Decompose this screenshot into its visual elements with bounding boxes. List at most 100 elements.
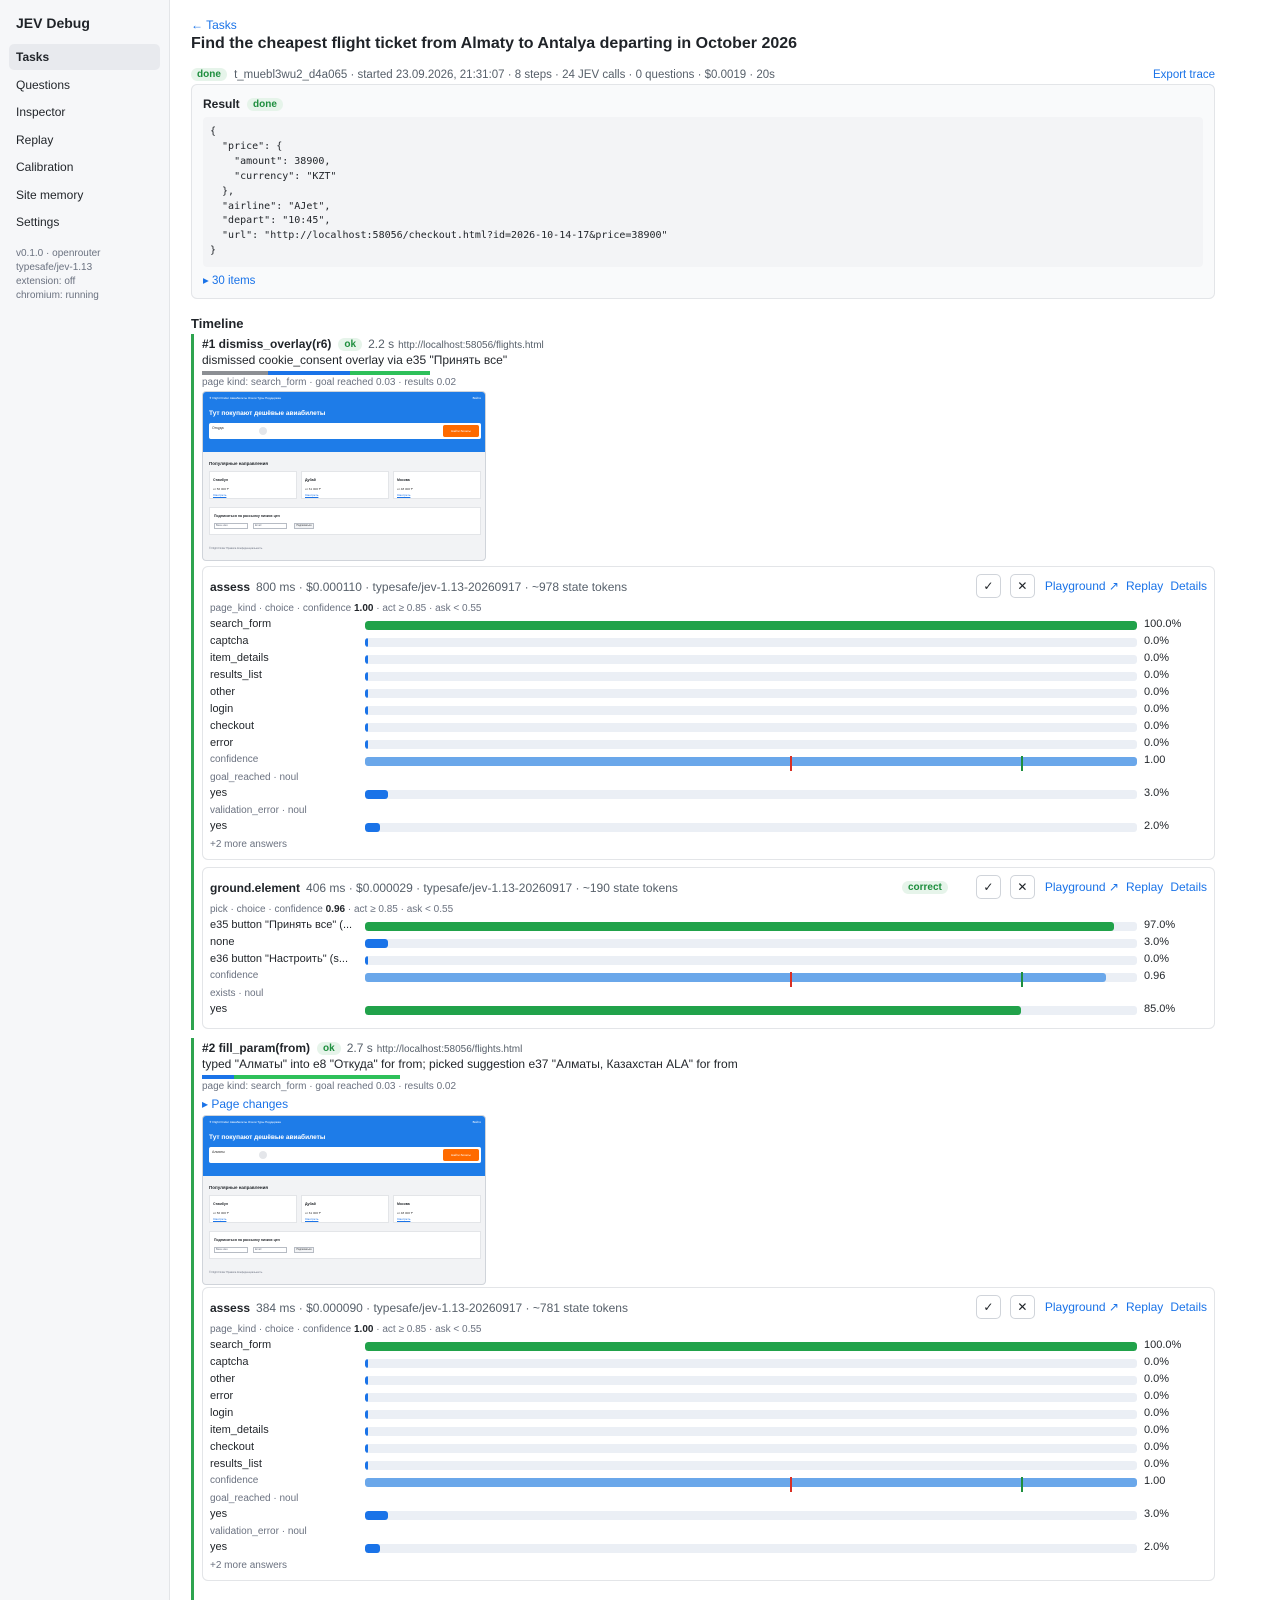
result-card: Result done { "price": { "amount": 38900… xyxy=(191,84,1215,299)
playground-link[interactable]: Playground ↗ xyxy=(1045,880,1119,894)
approve-button[interactable]: ✓ xyxy=(975,1295,1001,1319)
answer-percent: 0.0% xyxy=(1144,720,1170,732)
answer-bar-track xyxy=(365,1444,1137,1453)
answer-label: captcha xyxy=(210,1356,249,1368)
task-meta-text: t_muebl3wu2_d4a065 · started 23.09.2026,… xyxy=(234,69,775,81)
jev-call-card: assess 800 ms · $0.000110 · typesafe/jev-… xyxy=(202,566,1215,860)
sidebar-item-inspector[interactable]: Inspector xyxy=(9,99,160,125)
answer-bar-track xyxy=(365,790,1137,799)
more-answers: +2 more answers xyxy=(210,1560,287,1571)
playground-link[interactable]: Playground ↗ xyxy=(1045,1300,1119,1314)
answer-row: error 0.0% xyxy=(210,737,1210,751)
step-url: http://localhost:58056/flights.html xyxy=(376,1044,523,1055)
swap-icon xyxy=(259,427,267,435)
replay-link[interactable]: Replay xyxy=(1126,1300,1163,1314)
answer-label: error xyxy=(210,737,234,749)
page-title: Find the cheapest flight ticket from Alm… xyxy=(191,35,798,52)
answer-percent: 100.0% xyxy=(1144,1339,1182,1351)
app-brand: JEV Debug xyxy=(16,15,90,31)
sidebar-item-tasks[interactable]: Tasks xyxy=(9,44,160,70)
thumb-link: Смотреть xyxy=(305,1217,319,1221)
thumb-search-form: Алматы Найти билеты xyxy=(209,1147,481,1163)
result-header: Result done xyxy=(203,97,283,111)
question-thresholds: · act ≥ 0.85 · ask < 0.55 xyxy=(373,603,482,614)
sidebar-item-settings[interactable]: Settings xyxy=(9,209,160,235)
answer-row: e36 button "Настроить" (s... 0.0% xyxy=(210,953,1210,967)
reject-button[interactable]: ✕ xyxy=(1009,1295,1035,1319)
confidence-label: confidence xyxy=(210,1475,259,1486)
confidence-value: 1.00 xyxy=(1144,1475,1166,1487)
call-actions: ✓ ✕ Playground ↗ Replay Details xyxy=(967,574,1207,598)
question-subheader: pick · choice · confidence 0.96 · act ≥ … xyxy=(210,904,453,915)
thumb-hero: ✈ Flight Finder Авиабилеты Отели Туры По… xyxy=(203,392,485,452)
call-name: assess xyxy=(210,1301,251,1315)
details-link[interactable]: Details xyxy=(1170,1300,1207,1314)
details-link[interactable]: Details xyxy=(1170,880,1207,894)
answer-row: yes 85.0% xyxy=(210,1003,1210,1017)
playground-link[interactable]: Playground ↗ xyxy=(1045,579,1119,593)
approve-button[interactable]: ✓ xyxy=(975,574,1001,598)
reject-button[interactable]: ✕ xyxy=(1009,574,1035,598)
question-subheader: page_kind · choice · confidence 1.00 · a… xyxy=(210,1324,482,1335)
close-icon: ✕ xyxy=(1017,1300,1028,1314)
step-progress-bar xyxy=(202,371,430,375)
answer-bar-track xyxy=(365,1006,1137,1015)
answer-percent: 0.0% xyxy=(1144,686,1170,698)
question-label: exists · noul xyxy=(210,988,264,999)
call-stats: 384 ms · $0.000090 · typesafe/jev-1.13-2… xyxy=(256,1301,628,1315)
answer-row: checkout 0.0% xyxy=(210,1441,1210,1455)
act-threshold-marker xyxy=(1021,756,1024,771)
swap-icon xyxy=(259,1151,267,1159)
answer-row: yes 3.0% xyxy=(210,1508,1210,1522)
question-label: goal_reached · noul xyxy=(210,772,299,783)
step-duration: 2.7 s xyxy=(346,1041,373,1055)
sidebar-item-questions[interactable]: Questions xyxy=(9,72,160,98)
answer-bar-track xyxy=(365,1359,1137,1368)
answer-bar-fill xyxy=(365,823,381,832)
answer-bar-fill xyxy=(365,1427,368,1436)
answer-bar-fill xyxy=(365,1410,368,1419)
answer-bar-track xyxy=(365,740,1137,749)
answer-row: error 0.0% xyxy=(210,1390,1210,1404)
answer-row: captcha 0.0% xyxy=(210,1356,1210,1370)
answer-row: captcha 0.0% xyxy=(210,635,1210,649)
page-changes-toggle[interactable]: ▸ Page changes xyxy=(202,1097,288,1111)
answer-percent: 100.0% xyxy=(1144,618,1182,630)
step-progress-segment xyxy=(268,371,351,375)
answer-percent: 2.0% xyxy=(1144,820,1170,832)
answer-bar-track xyxy=(365,1342,1137,1351)
sidebar-item-replay[interactable]: Replay xyxy=(9,127,160,153)
details-link[interactable]: Details xyxy=(1170,579,1207,593)
thumb-city: Стамбул xyxy=(213,1202,228,1206)
thumb-hero: ✈ Flight Finder Авиабилеты Отели Туры По… xyxy=(203,1116,485,1176)
status-badge: done xyxy=(191,68,227,81)
answer-bar-fill xyxy=(365,1393,368,1402)
thumb-section-title: Популярные направления xyxy=(209,461,269,466)
call-actions: correct ✓ ✕ Playground ↗ Replay Details xyxy=(901,875,1207,899)
answer-label: login xyxy=(210,1407,234,1419)
step-description: dismissed cookie_consent overlay via e35… xyxy=(202,353,508,367)
question-thresholds: · act ≥ 0.85 · ask < 0.55 xyxy=(373,1324,482,1335)
thumb-subscribe-button: Подписаться xyxy=(294,1247,314,1253)
answer-bar-fill xyxy=(365,638,368,647)
replay-link[interactable]: Replay xyxy=(1126,579,1163,593)
items-toggle[interactable]: ▸ 30 items xyxy=(203,273,255,287)
confidence-row: confidence 0.96 xyxy=(210,970,1210,987)
reject-button[interactable]: ✕ xyxy=(1009,875,1035,899)
answer-bar-fill xyxy=(365,1461,368,1470)
sidebar-item-site-memory[interactable]: Site memory xyxy=(9,182,160,208)
answer-bar-fill xyxy=(365,1342,1137,1351)
answer-label: none xyxy=(210,936,235,948)
question-confidence: 1.00 xyxy=(353,603,374,614)
export-trace-link[interactable]: Export trace xyxy=(1153,69,1215,81)
confidence-bar-track xyxy=(365,972,1137,987)
replay-link[interactable]: Replay xyxy=(1126,880,1163,894)
step-duration: 2.2 s xyxy=(368,337,395,351)
thumb-search-button: Найти билеты xyxy=(443,1149,479,1161)
sidebar-item-calibration[interactable]: Calibration xyxy=(9,154,160,180)
jev-call-card: ground.element 406 ms · $0.000029 · types… xyxy=(202,867,1215,1029)
thumb-search-form: Откуда Найти билеты xyxy=(209,423,481,439)
back-to-tasks-link[interactable]: ← Tasks xyxy=(191,18,237,32)
answer-percent: 3.0% xyxy=(1144,787,1170,799)
approve-button[interactable]: ✓ xyxy=(975,875,1001,899)
